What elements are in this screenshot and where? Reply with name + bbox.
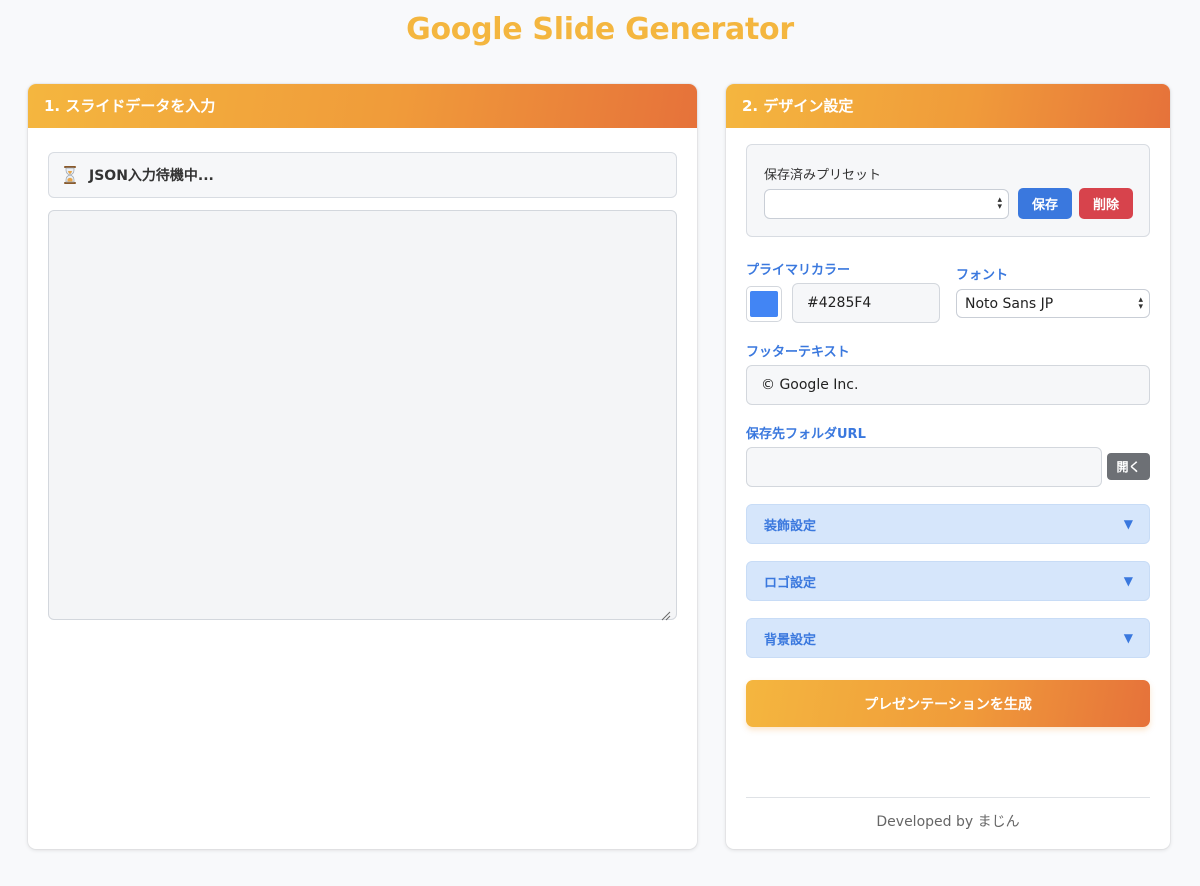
accordion-decoration[interactable]: 装飾設定 ▼ xyxy=(746,504,1150,544)
divider xyxy=(746,797,1150,798)
footer-text-label: フッターテキスト xyxy=(746,345,850,360)
design-panel-header: 2. デザイン設定 xyxy=(726,84,1170,128)
status-indicator: JSON入力待機中... xyxy=(48,152,677,198)
page-title: Google Slide Generator xyxy=(406,12,794,47)
color-swatch xyxy=(750,291,778,317)
accordion-label: ロゴ設定 xyxy=(764,575,817,591)
font-label: フォント xyxy=(956,268,1009,283)
font-select[interactable]: Noto Sans JP ▴ ▾ xyxy=(956,289,1150,318)
json-input[interactable] xyxy=(48,210,677,620)
hourglass-icon xyxy=(63,166,77,184)
accordion-label: 装飾設定 xyxy=(764,518,817,534)
select-arrows-icon: ▴ ▾ xyxy=(997,195,1002,212)
accordion-background[interactable]: 背景設定 ▼ xyxy=(746,618,1150,658)
font-selected-value: Noto Sans JP xyxy=(965,295,1054,312)
open-folder-button[interactable]: 開く xyxy=(1107,453,1150,480)
developer-credit: Developed by まじん xyxy=(876,814,1020,830)
preset-select[interactable]: ▴ ▾ xyxy=(764,189,1009,219)
input-panel-header: 1. スライドデータを入力 xyxy=(28,84,697,128)
folder-url-label: 保存先フォルダURL xyxy=(746,427,866,442)
accordion-label: 背景設定 xyxy=(764,632,817,648)
select-arrows-icon: ▴ ▾ xyxy=(1138,294,1143,312)
hex-color-input[interactable]: #4285F4 xyxy=(792,283,940,323)
accordion-logo[interactable]: ロゴ設定 ▼ xyxy=(746,561,1150,601)
preset-section: 保存済みプリセット ▴ ▾ 保存 削除 xyxy=(746,144,1150,237)
resize-grip-icon[interactable] xyxy=(661,606,671,621)
folder-url-input[interactable] xyxy=(746,447,1102,487)
status-text: JSON入力待機中... xyxy=(89,168,214,184)
delete-preset-button[interactable]: 削除 xyxy=(1079,188,1133,219)
save-preset-button[interactable]: 保存 xyxy=(1018,188,1072,219)
generate-presentation-button[interactable]: プレゼンテーションを生成 xyxy=(746,680,1150,727)
triangle-down-icon: ▼ xyxy=(1123,574,1133,588)
input-panel: 1. スライドデータを入力 JSON入力待機中... xyxy=(28,84,697,849)
color-picker[interactable] xyxy=(746,286,782,322)
triangle-down-icon: ▼ xyxy=(1123,517,1133,531)
primary-color-label: プライマリカラー xyxy=(746,263,851,278)
preset-label: 保存済みプリセット xyxy=(764,168,882,183)
design-panel: 2. デザイン設定 保存済みプリセット ▴ ▾ 保存 削除 プライマリカラー #4… xyxy=(726,84,1170,849)
triangle-down-icon: ▼ xyxy=(1123,631,1133,645)
footer-text-input[interactable]: © Google Inc. xyxy=(746,365,1150,405)
